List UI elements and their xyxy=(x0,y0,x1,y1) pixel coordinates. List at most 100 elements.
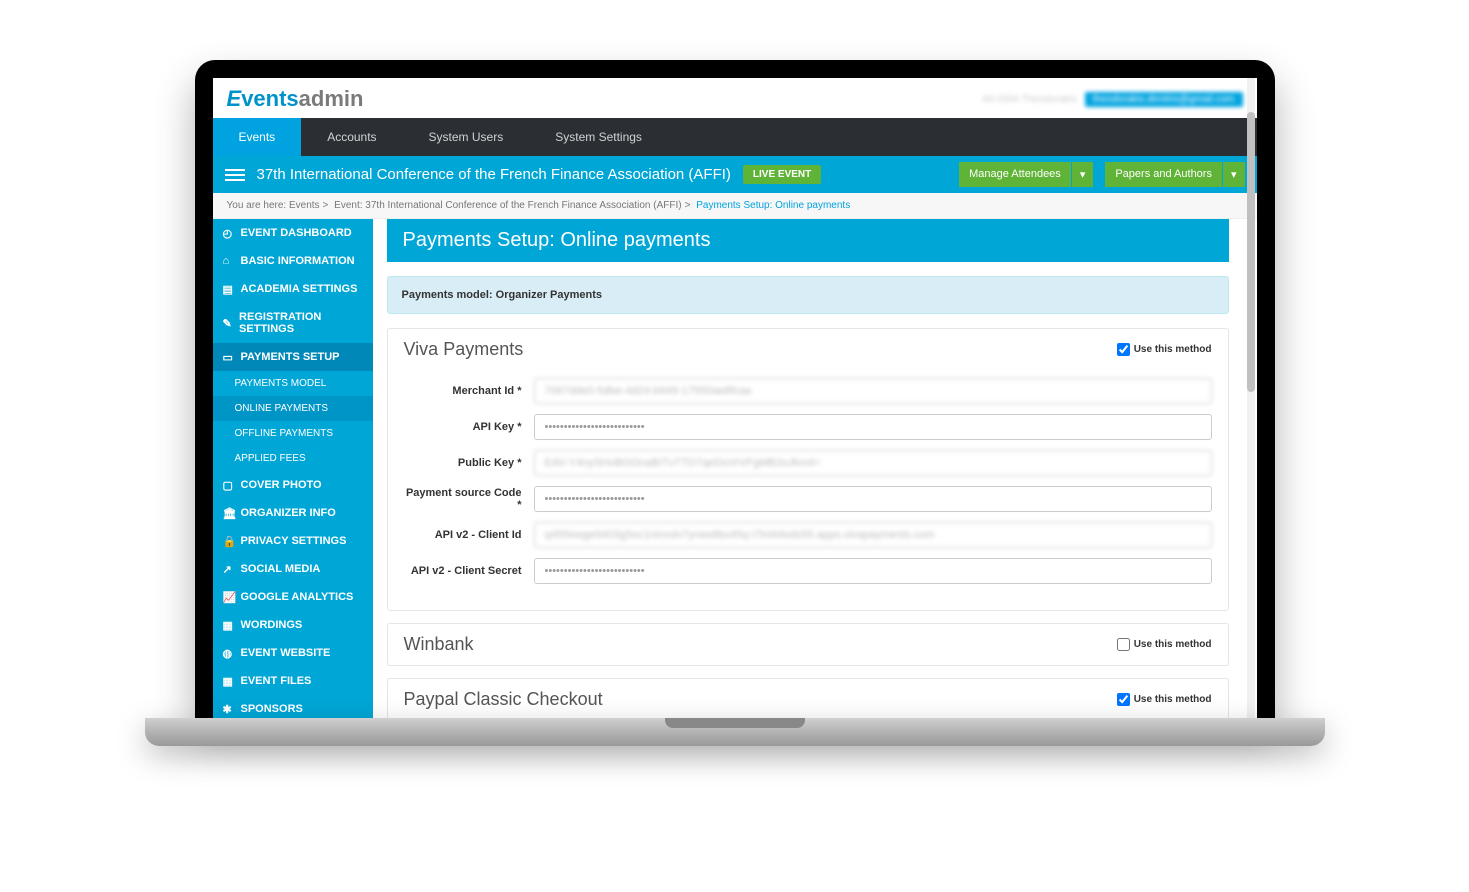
sidebar-label: GOOGLE ANALYTICS xyxy=(241,591,354,603)
form-input-api-key-[interactable] xyxy=(534,414,1212,440)
form-label: Public Key * xyxy=(404,457,534,469)
logo-vents: vents xyxy=(241,86,298,111)
sidebar-item-google-analytics[interactable]: 📈 GOOGLE ANALYTICS xyxy=(213,583,373,611)
star-icon: ✱ xyxy=(223,703,235,715)
use-method-toggle[interactable]: Use this method xyxy=(1117,693,1212,706)
event-title: 37th International Conference of the Fre… xyxy=(257,166,731,183)
sidebar-item-basic-information[interactable]: ⌂ BASIC INFORMATION xyxy=(213,247,373,275)
panel-title: Winbank xyxy=(404,634,474,655)
form-label: API Key * xyxy=(404,421,534,433)
info-banner: Payments model: Organizer Payments xyxy=(387,276,1229,314)
file-icon: ▦ xyxy=(223,619,235,631)
use-method-toggle[interactable]: Use this method xyxy=(1117,343,1212,356)
sidebar-item-registration-settings[interactable]: ✎ REGISTRATION SETTINGS xyxy=(213,303,373,343)
use-method-checkbox[interactable] xyxy=(1117,693,1130,706)
form-input-api-v2-client-secret[interactable] xyxy=(534,558,1212,584)
use-method-label: Use this method xyxy=(1134,344,1212,355)
panel-body: Merchant Id * API Key * Public Key * Paymen… xyxy=(388,370,1228,610)
breadcrumb-item-0[interactable]: Events xyxy=(289,200,320,211)
manage-attendees-button[interactable]: Manage Attendees xyxy=(959,162,1071,187)
form-row: API v2 - Client Id xyxy=(404,522,1212,548)
sidebar-label: SPONSORS xyxy=(241,703,303,715)
sidebar-sub-applied-fees[interactable]: APPLIED FEES xyxy=(213,446,373,471)
live-badge: LIVE EVENT xyxy=(743,165,821,184)
sidebar-label: COVER PHOTO xyxy=(241,479,322,491)
main-content: Payments Setup: Online payments Payments… xyxy=(373,219,1257,718)
sidebar-label: WORDINGS xyxy=(241,619,303,631)
book-icon: ▤ xyxy=(223,283,235,295)
sidebar-item-cover-photo[interactable]: ▢ COVER PHOTO xyxy=(213,471,373,499)
home-icon: ⌂ xyxy=(223,255,235,267)
user-chip[interactable]: theodorakis.dimitris@gmail.com xyxy=(1085,92,1243,107)
form-row: Merchant Id * xyxy=(404,378,1212,404)
lock-icon: 🔒 xyxy=(223,535,235,547)
page-title: Payments Setup: Online payments xyxy=(387,219,1229,262)
nav-system-settings[interactable]: System Settings xyxy=(529,118,668,156)
hamburger-icon[interactable] xyxy=(225,169,245,181)
sidebar-item-academia-settings[interactable]: ▤ ACADEMIA SETTINGS xyxy=(213,275,373,303)
manage-attendees-caret[interactable]: ▾ xyxy=(1072,162,1094,187)
form-row: Payment source Code * xyxy=(404,486,1212,512)
scrollbar-track[interactable] xyxy=(1247,78,1255,718)
sidebar-label: REGISTRATION SETTINGS xyxy=(239,311,362,335)
breadcrumb-item-1[interactable]: Event: 37th International Conference of … xyxy=(334,200,681,211)
scrollbar-thumb[interactable] xyxy=(1247,112,1255,392)
logo-admin: admin xyxy=(299,86,364,111)
sidebar-item-wordings[interactable]: ▦ WORDINGS xyxy=(213,611,373,639)
panel-header: Winbank Use this method xyxy=(388,624,1228,665)
sidebar-label: PAYMENTS SETUP xyxy=(241,351,340,363)
use-method-checkbox[interactable] xyxy=(1117,638,1130,651)
image-icon: ▢ xyxy=(223,479,235,491)
sidebar-item-event-dashboard[interactable]: ◴EVENT DASHBOARD xyxy=(213,219,373,247)
sidebar-item-privacy-settings[interactable]: 🔒 PRIVACY SETTINGS xyxy=(213,527,373,555)
sidebar-sub-online-payments[interactable]: ONLINE PAYMENTS xyxy=(213,396,373,421)
breadcrumb-current: Payments Setup: Online payments xyxy=(696,200,850,211)
form-input-public-key-[interactable] xyxy=(534,450,1212,476)
form-input-payment-source-code-[interactable] xyxy=(534,486,1212,512)
nav-accounts[interactable]: Accounts xyxy=(301,118,402,156)
sidebar-item-payments-setup[interactable]: ▭ PAYMENTS SETUP xyxy=(213,343,373,371)
layout: ◴EVENT DASHBOARD ⌂ BASIC INFORMATION ▤ ACADE… xyxy=(213,219,1257,718)
form-label: API v2 - Client Id xyxy=(404,529,534,541)
panel-header: Paypal Classic CheckoutUse this method xyxy=(388,679,1228,718)
logo-e: E xyxy=(227,86,242,111)
sidebar-item-event-files[interactable]: ▦ EVENT FILES xyxy=(213,667,373,695)
app-viewport: Eventsadmin Alt 0304 Theodorakis theodor… xyxy=(213,78,1257,718)
sidebar-sub-offline-payments[interactable]: OFFLINE PAYMENTS xyxy=(213,421,373,446)
chart-icon: 📈 xyxy=(223,591,235,603)
sidebar-item-social-media[interactable]: ↗SOCIAL MEDIA xyxy=(213,555,373,583)
card-icon: ▭ xyxy=(223,351,235,363)
sidebar-item-event-website[interactable]: ◍ EVENT WEBSITE xyxy=(213,639,373,667)
app-header: Eventsadmin Alt 0304 Theodorakis theodor… xyxy=(213,78,1257,118)
form-label: API v2 - Client Secret xyxy=(404,565,534,577)
papers-authors-button[interactable]: Papers and Authors xyxy=(1105,162,1222,187)
nav-events[interactable]: Events xyxy=(213,118,302,156)
panel-header: Viva Payments Use this method xyxy=(388,329,1228,370)
sidebar-item-sponsors[interactable]: ✱ SPONSORS xyxy=(213,695,373,718)
form-row: API Key * xyxy=(404,414,1212,440)
sidebar-item-organizer-info[interactable]: 🏛ORGANIZER INFO xyxy=(213,499,373,527)
papers-authors-caret[interactable]: ▾ xyxy=(1223,162,1245,187)
sidebar-sub-payments-model[interactable]: PAYMENTS MODEL xyxy=(213,371,373,396)
globe-icon: ◍ xyxy=(223,647,235,659)
sidebar-label: ORGANIZER INFO xyxy=(241,507,336,519)
use-method-label: Use this method xyxy=(1134,639,1212,650)
pencil-icon: ✎ xyxy=(223,317,234,329)
sidebar-label: BASIC INFORMATION xyxy=(241,255,355,267)
laptop-frame: Eventsadmin Alt 0304 Theodorakis theodor… xyxy=(195,60,1275,746)
sidebar-label: EVENT FILES xyxy=(241,675,312,687)
sidebar-label: ACADEMIA SETTINGS xyxy=(241,283,358,295)
use-method-checkbox[interactable] xyxy=(1117,343,1130,356)
use-method-toggle[interactable]: Use this method xyxy=(1117,638,1212,651)
sidebar-label: PRIVACY SETTINGS xyxy=(241,535,347,547)
form-input-merchant-id-[interactable] xyxy=(534,378,1212,404)
sidebar-label: EVENT WEBSITE xyxy=(241,647,331,659)
papers-authors-group: Papers and Authors ▾ xyxy=(1105,162,1244,187)
panel-title: Viva Payments xyxy=(404,339,524,360)
logo[interactable]: Eventsadmin xyxy=(227,86,364,112)
nav-system-users[interactable]: System Users xyxy=(403,118,530,156)
form-input-api-v2-client-id[interactable] xyxy=(534,522,1212,548)
breadcrumb: You are here: Events> Event: 37th Intern… xyxy=(213,193,1257,219)
file-icon: ▦ xyxy=(223,675,235,687)
panel-paypal-classic-checkout: Paypal Classic CheckoutUse this method xyxy=(387,678,1229,718)
